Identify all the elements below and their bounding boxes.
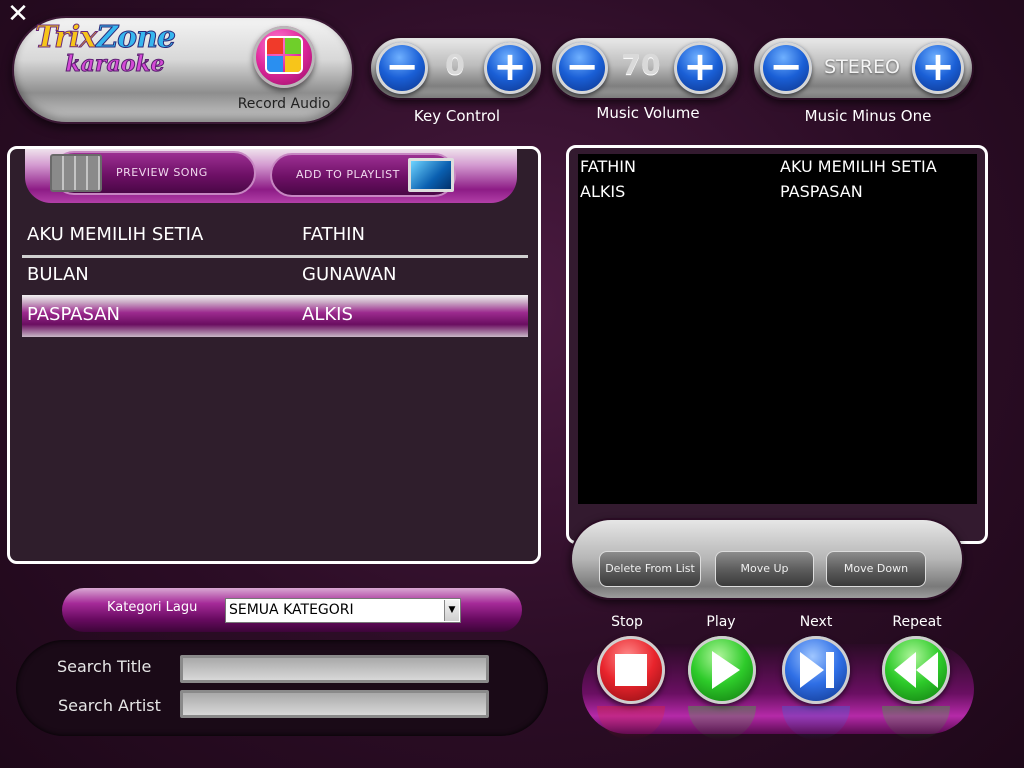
key-decrease-button[interactable]: −	[376, 42, 428, 94]
play-icon	[712, 651, 740, 689]
minus-one-decrease-button[interactable]: −	[760, 42, 812, 94]
repeat-reflection	[882, 706, 950, 740]
stop-button[interactable]	[597, 636, 665, 704]
search-title-input[interactable]	[180, 655, 489, 683]
category-label: Kategori Lagu	[107, 600, 198, 615]
next-button[interactable]	[782, 636, 850, 704]
music-minus-one-label: Music Minus One	[804, 107, 932, 125]
song-artist: GUNAWAN	[302, 264, 397, 285]
playlist-title: AKU MEMILIH SETIA	[780, 157, 937, 176]
key-control-label: Key Control	[413, 107, 501, 125]
next-label: Next	[799, 614, 833, 630]
song-title: PASPASAN	[27, 304, 120, 325]
song-artist: ALKIS	[302, 304, 353, 325]
song-title: AKU MEMILIH SETIA	[27, 224, 204, 245]
song-list-panel	[7, 146, 541, 564]
music-volume-label: Music Volume	[596, 104, 700, 122]
record-audio-icon[interactable]	[267, 38, 301, 72]
repeat-button[interactable]	[882, 636, 950, 704]
volume-decrease-button[interactable]: −	[556, 42, 608, 94]
rewind-icon	[894, 652, 938, 688]
add-to-playlist-button[interactable]: ADD TO PLAYLIST	[270, 153, 456, 197]
playlist-artist: ALKIS	[580, 182, 626, 201]
move-down-button[interactable]: Move Down	[826, 551, 926, 587]
play-button[interactable]	[688, 636, 756, 704]
close-button[interactable]: ✕	[4, 1, 32, 28]
key-value: 0	[445, 48, 465, 81]
search-artist-input[interactable]	[180, 690, 489, 718]
stop-icon	[615, 654, 647, 686]
volume-value: 70	[621, 48, 661, 81]
app-logo: TrixZone karaoke	[34, 20, 176, 77]
chevron-down-icon[interactable]: ▼	[444, 600, 459, 621]
key-increase-button[interactable]: +	[484, 42, 536, 94]
preview-song-button[interactable]: PREVIEW SONG	[50, 151, 256, 195]
song-row[interactable]: BULAN GUNAWAN	[22, 255, 528, 295]
song-row-selected[interactable]: PASPASAN ALKIS	[22, 295, 528, 337]
song-artist: FATHIN	[302, 224, 365, 245]
minus-one-value: STEREO	[824, 56, 900, 78]
playlist-title: PASPASAN	[780, 182, 863, 201]
search-title-label: Search Title	[57, 657, 152, 676]
repeat-label: Repeat	[892, 614, 942, 630]
play-reflection	[688, 706, 756, 740]
playlist-item[interactable]: FATHIN AKU MEMILIH SETIA	[580, 154, 976, 179]
volume-increase-button[interactable]: +	[674, 42, 726, 94]
film-icon	[50, 154, 102, 192]
move-up-button[interactable]: Move Up	[715, 551, 814, 587]
minus-one-increase-button[interactable]: +	[912, 42, 964, 94]
playlist-artist: FATHIN	[580, 157, 636, 176]
search-artist-label: Search Artist	[58, 696, 161, 715]
skip-next-icon	[800, 652, 834, 688]
playlist-list[interactable]	[578, 154, 977, 504]
song-title: BULAN	[27, 264, 89, 285]
play-label: Play	[706, 614, 736, 630]
next-reflection	[782, 706, 850, 740]
stop-reflection	[597, 706, 665, 740]
record-audio-label: Record Audio	[237, 96, 331, 112]
playlist-item[interactable]: ALKIS PASPASAN	[580, 179, 976, 204]
computer-icon	[408, 158, 454, 192]
song-row[interactable]: AKU MEMILIH SETIA FATHIN	[22, 215, 528, 255]
delete-from-list-button[interactable]: Delete From List	[599, 551, 701, 587]
category-select[interactable]: SEMUA KATEGORI	[225, 598, 461, 623]
stop-label: Stop	[611, 614, 643, 630]
